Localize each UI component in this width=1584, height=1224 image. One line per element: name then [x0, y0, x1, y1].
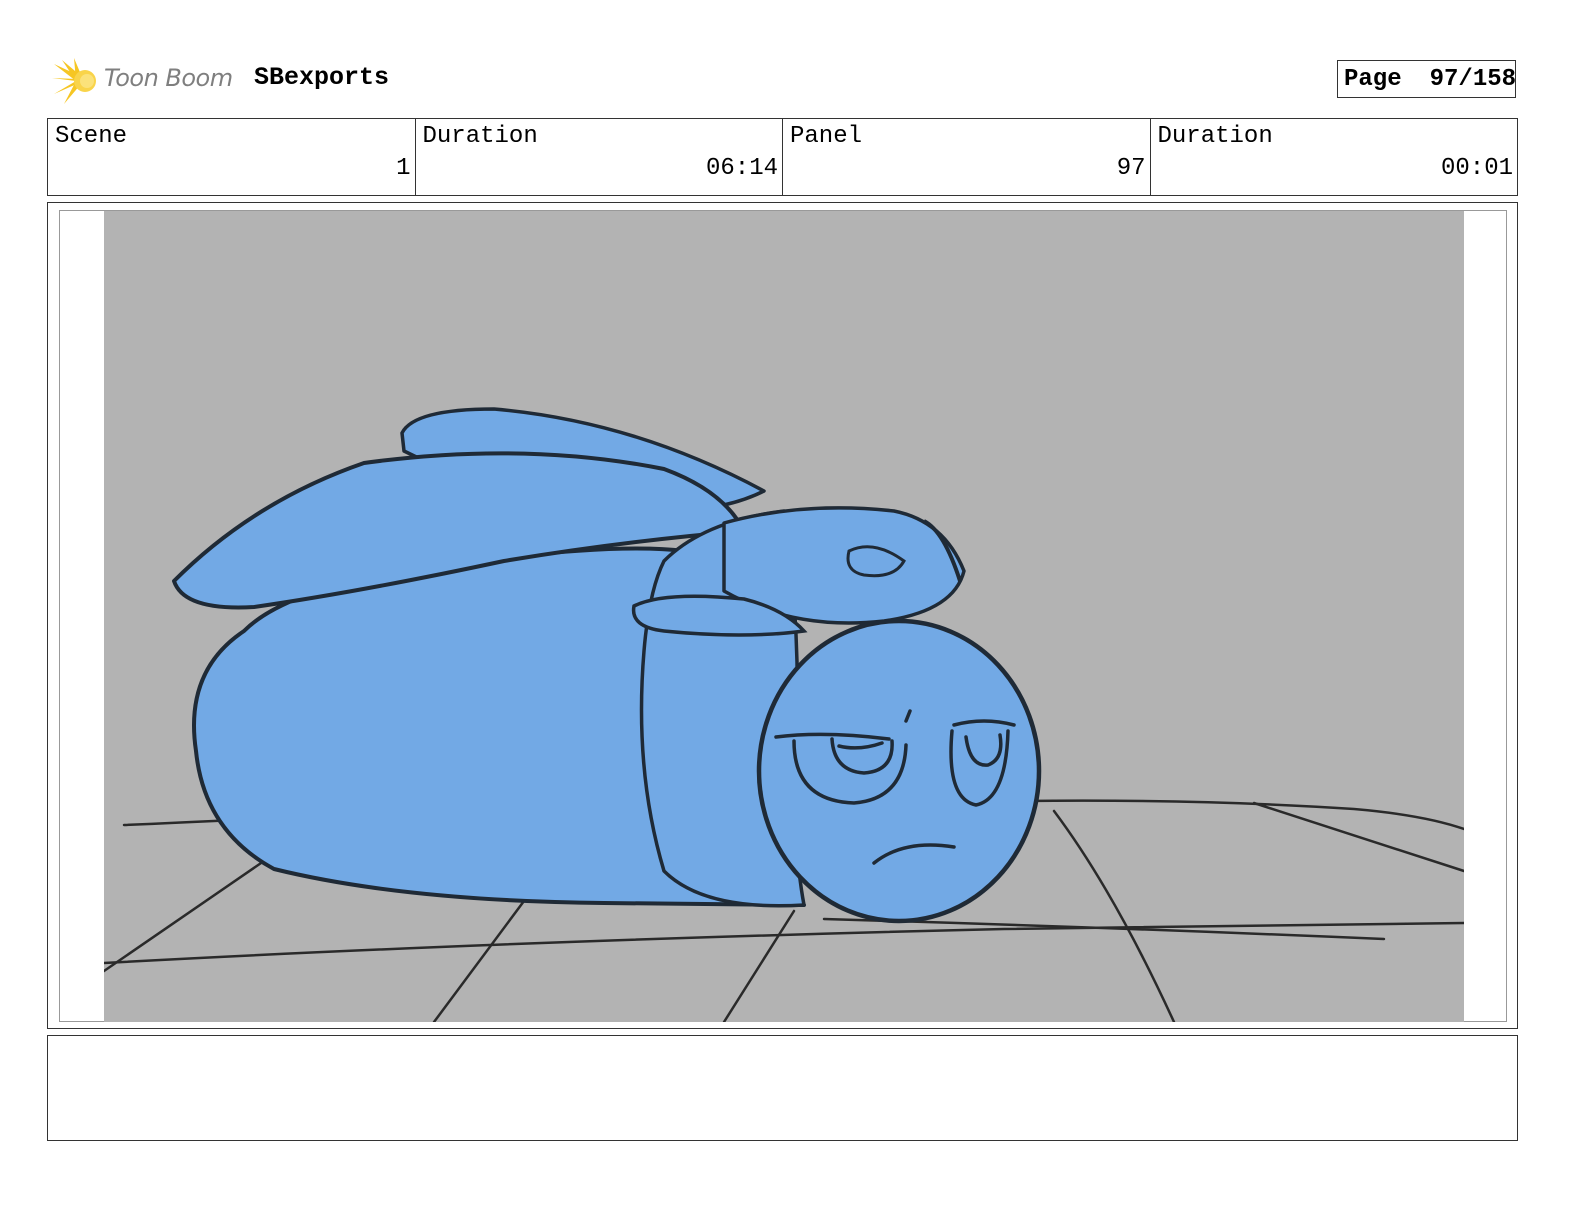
scene-label: Scene	[55, 123, 128, 150]
panel-safe-area	[59, 210, 1507, 1022]
panel-duration-value: 00:01	[1440, 155, 1513, 182]
scene-value: 1	[396, 155, 411, 182]
toon-boom-logo: Toon Boom	[52, 56, 242, 106]
storyboard-sketch-image	[104, 211, 1464, 1022]
panel-label: Panel	[790, 123, 863, 150]
panel-duration-label: Duration	[1157, 123, 1273, 150]
page-indicator: Page 97/158	[1337, 60, 1516, 98]
storyboard-panel-frame	[47, 202, 1518, 1029]
page-number: 97/158	[1429, 65, 1517, 93]
panel-cell: Panel 97	[783, 119, 1151, 195]
scene-duration-value: 06:14	[705, 155, 778, 182]
scene-duration-cell: Duration 06:14	[416, 119, 783, 195]
scene-info-table: Scene 1 Duration 06:14 Panel 97 Duration…	[47, 118, 1518, 196]
panel-value: 97	[1116, 155, 1146, 182]
starburst-icon	[52, 58, 96, 104]
scene-cell: Scene 1	[48, 119, 416, 195]
panel-notes-box	[47, 1035, 1518, 1141]
panel-duration-cell: Duration 00:01	[1151, 119, 1518, 195]
scene-duration-label: Duration	[422, 123, 538, 150]
project-name: SBexports	[254, 63, 390, 92]
logo-wordmark: Toon Boom	[104, 64, 233, 92]
page-label: Page	[1344, 65, 1402, 93]
